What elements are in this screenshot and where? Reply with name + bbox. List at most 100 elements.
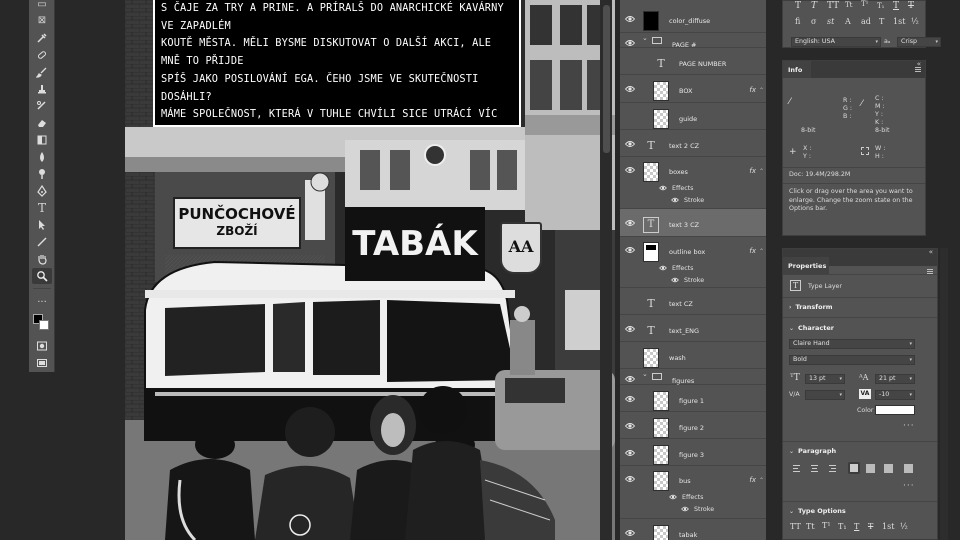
layer-row-wash[interactable]: wash <box>620 342 766 369</box>
titling-icon[interactable]: ad <box>861 17 871 26</box>
subscript-icon[interactable]: T₁ <box>877 2 884 10</box>
background-color-swatch[interactable] <box>39 320 49 330</box>
type-tool-icon[interactable]: T <box>32 200 52 216</box>
properties-tab[interactable]: Properties <box>783 257 829 274</box>
info-tab[interactable]: Info <box>783 61 811 78</box>
quick-mask-icon[interactable] <box>32 338 52 354</box>
faux-italic-icon[interactable]: T <box>811 1 817 11</box>
character-section[interactable]: ⌄ Character <box>789 324 834 332</box>
small-caps-option-icon[interactable]: Tt <box>806 522 815 531</box>
ordinal-suffix-icon[interactable]: 1st <box>893 17 905 26</box>
effect-eye-icon[interactable] <box>669 494 677 500</box>
layer-row-guide[interactable]: guide <box>620 103 766 130</box>
caption-box[interactable]: S ČAJE ZA TRY A PRINE. A PRÍRALŠ DO ANAR… <box>153 0 521 127</box>
small-caps-icon[interactable]: Tt <box>845 1 852 9</box>
panel-menu-icon[interactable] <box>915 67 921 72</box>
type-options-section[interactable]: ⌄ Type Options <box>789 507 846 515</box>
effects-toggle-chevron-icon[interactable]: ⌃ <box>759 248 764 255</box>
layer-effects-fx-icon[interactable]: fx <box>749 86 756 94</box>
visibility-eye-icon[interactable] <box>625 352 637 364</box>
effects-row[interactable]: Effects <box>659 265 693 272</box>
layer-row-tabak[interactable]: tabak <box>620 519 766 540</box>
effect-eye-icon[interactable] <box>681 506 689 512</box>
document-canvas[interactable]: S ČAJE ZA TRY A PRINE. A PRÍRALŠ DO ANAR… <box>55 0 615 540</box>
layer-row-figure-3[interactable]: figure 3 <box>620 439 766 466</box>
visibility-eye-icon[interactable] <box>624 475 637 487</box>
visibility-eye-icon[interactable] <box>624 140 637 152</box>
effect-eye-icon[interactable] <box>659 265 667 271</box>
paragraph-section[interactable]: ⌄ Paragraph <box>789 447 836 455</box>
strikethrough-icon[interactable]: T <box>908 1 914 11</box>
all-caps-option-icon[interactable]: TT <box>790 522 801 531</box>
visibility-eye-icon[interactable] <box>624 529 637 540</box>
layer-row-text-3-cz[interactable]: Ttext 3 CZ <box>620 209 766 237</box>
strikethrough-option-icon[interactable]: T <box>868 522 873 531</box>
effect-eye-icon[interactable] <box>671 277 679 283</box>
layer-row-figure-1[interactable]: figure 1 <box>620 385 766 412</box>
healing-brush-tool-icon[interactable] <box>32 47 52 63</box>
layer-row-figure-2[interactable]: figure 2 <box>620 412 766 439</box>
stroke-effect-row[interactable]: Stroke <box>671 277 704 284</box>
justify-all-icon[interactable] <box>904 464 913 473</box>
canvas-scrollbar-thumb[interactable] <box>603 5 610 153</box>
stroke-effect-row[interactable]: Stroke <box>681 506 714 513</box>
font-size-field[interactable]: 13 pt ▾ <box>805 374 845 384</box>
layer-row-page[interactable]: ⌄ PAGE # <box>620 33 766 49</box>
swash-icon[interactable]: st <box>827 17 834 26</box>
visibility-eye-icon[interactable] <box>624 166 637 178</box>
visibility-eye-icon[interactable] <box>625 113 637 125</box>
font-family-select[interactable]: Claire Hand ▾ <box>789 339 915 349</box>
visibility-eye-icon[interactable] <box>624 325 637 337</box>
visibility-eye-icon[interactable] <box>624 395 637 407</box>
layer-row-text-2-cz[interactable]: Ttext 2 CZ <box>620 130 766 157</box>
ordinals-icon[interactable]: T <box>879 17 884 26</box>
effects-toggle-chevron-icon[interactable]: ⌃ <box>759 87 764 94</box>
visibility-eye-icon[interactable] <box>624 219 637 231</box>
layer-effects-fx-icon[interactable]: fx <box>749 167 756 175</box>
more-options-icon[interactable]: ··· <box>903 481 915 491</box>
visibility-eye-icon[interactable] <box>624 449 637 461</box>
gradient-tool-icon[interactable] <box>32 132 52 148</box>
layer-row-bus[interactable]: bus fx ⌃ Effects Stroke <box>620 466 766 519</box>
visibility-eye-icon[interactable] <box>624 85 637 97</box>
language-select[interactable]: English: USA ▾ <box>791 37 881 47</box>
frame-x-tool-icon[interactable]: ⊠ <box>32 12 52 28</box>
visibility-eye-icon[interactable] <box>624 15 637 27</box>
subscript-option-icon[interactable]: T₁ <box>838 522 847 531</box>
group-expand-chevron-icon[interactable]: ⌄ <box>642 34 648 42</box>
stroke-effect-row[interactable]: Stroke <box>671 197 704 204</box>
eyedropper-tool-icon[interactable] <box>32 30 52 46</box>
effects-row[interactable]: Effects <box>669 494 703 501</box>
visibility-eye-icon[interactable] <box>625 58 637 70</box>
layer-row-boxes[interactable]: boxes fx ⌃ Effects Stroke <box>620 157 766 209</box>
history-brush-tool-icon[interactable] <box>32 98 52 114</box>
more-options-icon[interactable]: ··· <box>903 421 915 431</box>
effects-toggle-chevron-icon[interactable]: ⌃ <box>759 477 764 484</box>
visibility-eye-icon[interactable] <box>624 246 637 258</box>
superscript-icon[interactable]: T¹ <box>861 0 868 8</box>
justify-last-left-button[interactable] <box>848 462 860 474</box>
screen-mode-icon[interactable] <box>32 355 52 371</box>
tracking-field[interactable]: -10 ▾ <box>875 390 915 400</box>
layer-row-figures[interactable]: ⌄ figures <box>620 369 766 385</box>
pen-tool-icon[interactable] <box>32 183 52 199</box>
collapse-icon[interactable]: « <box>929 248 933 256</box>
font-style-select[interactable]: Bold ▾ <box>789 355 915 365</box>
visibility-eye-icon[interactable] <box>624 422 637 434</box>
justify-last-right-icon[interactable] <box>884 464 893 473</box>
align-center-icon[interactable] <box>810 464 819 473</box>
old-style-icon[interactable]: σ <box>811 17 816 26</box>
transform-section[interactable]: › Transform <box>789 303 833 311</box>
blur-tool-icon[interactable] <box>32 149 52 165</box>
effect-eye-icon[interactable] <box>659 185 667 191</box>
justify-last-center-icon[interactable] <box>866 464 875 473</box>
antialias-select[interactable]: Crisp ▾ <box>897 37 941 47</box>
leading-field[interactable]: 21 pt ▾ <box>875 374 915 384</box>
group-expand-chevron-icon[interactable]: ⌄ <box>642 370 648 378</box>
dodge-tool-icon[interactable] <box>32 166 52 182</box>
ligatures-icon[interactable]: fi <box>795 17 800 26</box>
faux-bold-icon[interactable]: T <box>795 1 801 11</box>
edit-toolbar-icon[interactable]: ··· <box>32 294 52 310</box>
all-caps-icon[interactable]: TT <box>827 1 839 11</box>
layer-row-text-cz[interactable]: Ttext CZ <box>620 288 766 315</box>
